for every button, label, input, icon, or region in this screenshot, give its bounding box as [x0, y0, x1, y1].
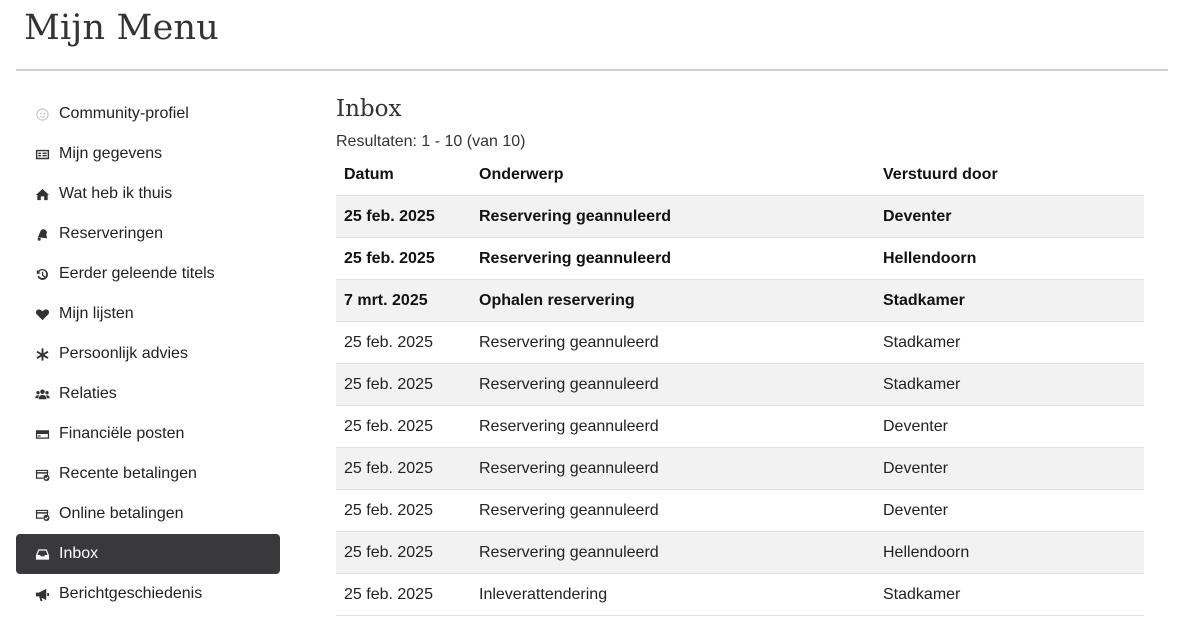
table-row[interactable]: 25 feb. 2025 Reservering geannuleerd Deven…: [336, 405, 1144, 448]
cell-sender[interactable]: Hellendoorn: [875, 531, 1144, 574]
cell-subject[interactable]: Reservering geannuleerd: [471, 531, 875, 574]
cell-date[interactable]: 25 feb. 2025: [336, 195, 471, 238]
table-row[interactable]: 25 feb. 2025 Reservering geannuleerd Stadk…: [336, 321, 1144, 364]
cell-subject[interactable]: Ophalen reservering: [471, 279, 875, 322]
sidebar-item-label: Reserveringen: [59, 225, 164, 242]
sidebar-item-label: Persoonlijk advies: [59, 345, 188, 362]
home-icon: [34, 186, 50, 202]
card-check-icon: [34, 506, 50, 522]
cell-sender[interactable]: Deventer: [875, 489, 1144, 532]
title-divider: [16, 69, 1168, 71]
cell-subject[interactable]: Reservering geannuleerd: [471, 321, 875, 364]
cell-date[interactable]: 25 feb. 2025: [336, 405, 471, 448]
sidebar-item-label: Recente betalingen: [59, 465, 197, 482]
sidebar-item-label: Eerder geleende titels: [59, 265, 215, 282]
smiley-icon: [34, 106, 50, 122]
inbox-table: Datum Onderwerp Verstuurd door 25 feb. 2…: [336, 155, 1144, 616]
sidebar-item-wat-heb-ik-thuis[interactable]: Wat heb ik thuis: [16, 174, 280, 214]
card-check-icon: [34, 466, 50, 482]
heart-icon: [34, 306, 50, 322]
cell-date[interactable]: 7 mrt. 2025: [336, 279, 471, 322]
cell-sender[interactable]: Stadkamer: [875, 321, 1144, 364]
column-header-subject[interactable]: Onderwerp: [471, 155, 875, 196]
table-row[interactable]: 25 feb. 2025 Inleverattendering Stadkamer: [336, 573, 1144, 616]
cell-sender[interactable]: Deventer: [875, 195, 1144, 238]
table-row[interactable]: 25 feb. 2025 Reservering geannuleerd Helle…: [336, 531, 1144, 574]
megaphone-icon: [34, 586, 50, 602]
sidebar-item-relaties[interactable]: Relaties: [16, 374, 280, 414]
table-row[interactable]: 25 feb. 2025 Reservering geannuleerd Stadk…: [336, 363, 1144, 406]
cell-subject[interactable]: Reservering geannuleerd: [471, 195, 875, 238]
table-row[interactable]: 25 feb. 2025 Reservering geannuleerd Deven…: [336, 447, 1144, 490]
sidebar-item-financiele-posten[interactable]: Financiële posten: [16, 414, 280, 454]
sidebar-menu: Community-profiel Mijn gegevens Wat heb ik…: [16, 94, 280, 614]
column-header-sender[interactable]: Verstuurd door: [875, 155, 1144, 196]
cell-sender[interactable]: Deventer: [875, 405, 1144, 448]
table-row[interactable]: 25 feb. 2025 Reservering geannuleerd Deven…: [336, 489, 1144, 532]
cell-date[interactable]: 25 feb. 2025: [336, 447, 471, 490]
sidebar-item-recente-betalingen[interactable]: Recente betalingen: [16, 454, 280, 494]
sidebar-item-eerder-geleende-titels[interactable]: Eerder geleende titels: [16, 254, 280, 294]
cell-sender[interactable]: Stadkamer: [875, 573, 1144, 616]
cell-subject[interactable]: Reservering geannuleerd: [471, 237, 875, 280]
table-row[interactable]: 25 feb. 2025 Reservering geannuleerd Helle…: [336, 237, 1144, 280]
sidebar-item-label: Berichtgeschiedenis: [59, 585, 203, 602]
cell-date[interactable]: 25 feb. 2025: [336, 531, 471, 574]
cell-subject[interactable]: Reservering geannuleerd: [471, 489, 875, 532]
cell-subject[interactable]: Reservering geannuleerd: [471, 405, 875, 448]
sidebar-item-label: Community-profiel: [59, 105, 189, 122]
inbox-title: Inbox: [336, 96, 402, 122]
sidebar-item-berichtgeschiedenis[interactable]: Berichtgeschiedenis: [16, 574, 280, 614]
page-title: Mijn Menu: [24, 8, 219, 48]
sidebar-item-label: Mijn lijsten: [59, 305, 134, 322]
sidebar-item-label: Inbox: [59, 545, 99, 562]
credit-card-icon: [34, 426, 50, 442]
sidebar-item-label: Online betalingen: [59, 505, 184, 522]
sidebar-item-label: Financiële posten: [59, 425, 185, 442]
cell-sender[interactable]: Stadkamer: [875, 363, 1144, 406]
sidebar-item-label: Wat heb ik thuis: [59, 185, 173, 202]
sidebar-item-label: Relaties: [59, 385, 117, 402]
sidebar-item-reserveringen[interactable]: Reserveringen: [16, 214, 280, 254]
results-count: Resultaten: 1 - 10 (van 10): [336, 133, 526, 150]
sidebar-item-label: Mijn gegevens: [59, 145, 163, 162]
sidebar-item-community-profiel[interactable]: Community-profiel: [16, 94, 280, 134]
sidebar-item-inbox[interactable]: Inbox: [16, 534, 280, 574]
cell-subject[interactable]: Inleverattendering: [471, 573, 875, 616]
inbox-panel: Inbox Resultaten: 1 - 10 (van 10) Datum …: [336, 94, 1144, 616]
cell-subject[interactable]: Reservering geannuleerd: [471, 447, 875, 490]
cell-date[interactable]: 25 feb. 2025: [336, 489, 471, 532]
sidebar-item-mijn-lijsten[interactable]: Mijn lijsten: [16, 294, 280, 334]
sidebar-item-mijn-gegevens[interactable]: Mijn gegevens: [16, 134, 280, 174]
id-card-icon: [34, 146, 50, 162]
bell-icon: [34, 226, 50, 242]
cell-date[interactable]: 25 feb. 2025: [336, 363, 471, 406]
table-row[interactable]: 7 mrt. 2025 Ophalen reservering Stadkamer: [336, 279, 1144, 322]
table-row[interactable]: 25 feb. 2025 Reservering geannuleerd Deven…: [336, 195, 1144, 238]
sidebar-item-online-betalingen[interactable]: Online betalingen: [16, 494, 280, 534]
cell-sender[interactable]: Stadkamer: [875, 279, 1144, 322]
cell-date[interactable]: 25 feb. 2025: [336, 237, 471, 280]
column-header-date[interactable]: Datum: [336, 155, 471, 196]
sidebar-item-persoonlijk-advies[interactable]: Persoonlijk advies: [16, 334, 280, 374]
cell-date[interactable]: 25 feb. 2025: [336, 573, 471, 616]
cell-subject[interactable]: Reservering geannuleerd: [471, 363, 875, 406]
table-header-row: Datum Onderwerp Verstuurd door: [336, 155, 1144, 196]
asterisk-icon: [34, 346, 50, 362]
inbox-icon: [34, 546, 50, 562]
cell-date[interactable]: 25 feb. 2025: [336, 321, 471, 364]
history-icon: [34, 266, 50, 282]
cell-sender[interactable]: Hellendoorn: [875, 237, 1144, 280]
cell-sender[interactable]: Deventer: [875, 447, 1144, 490]
users-icon: [34, 386, 50, 402]
